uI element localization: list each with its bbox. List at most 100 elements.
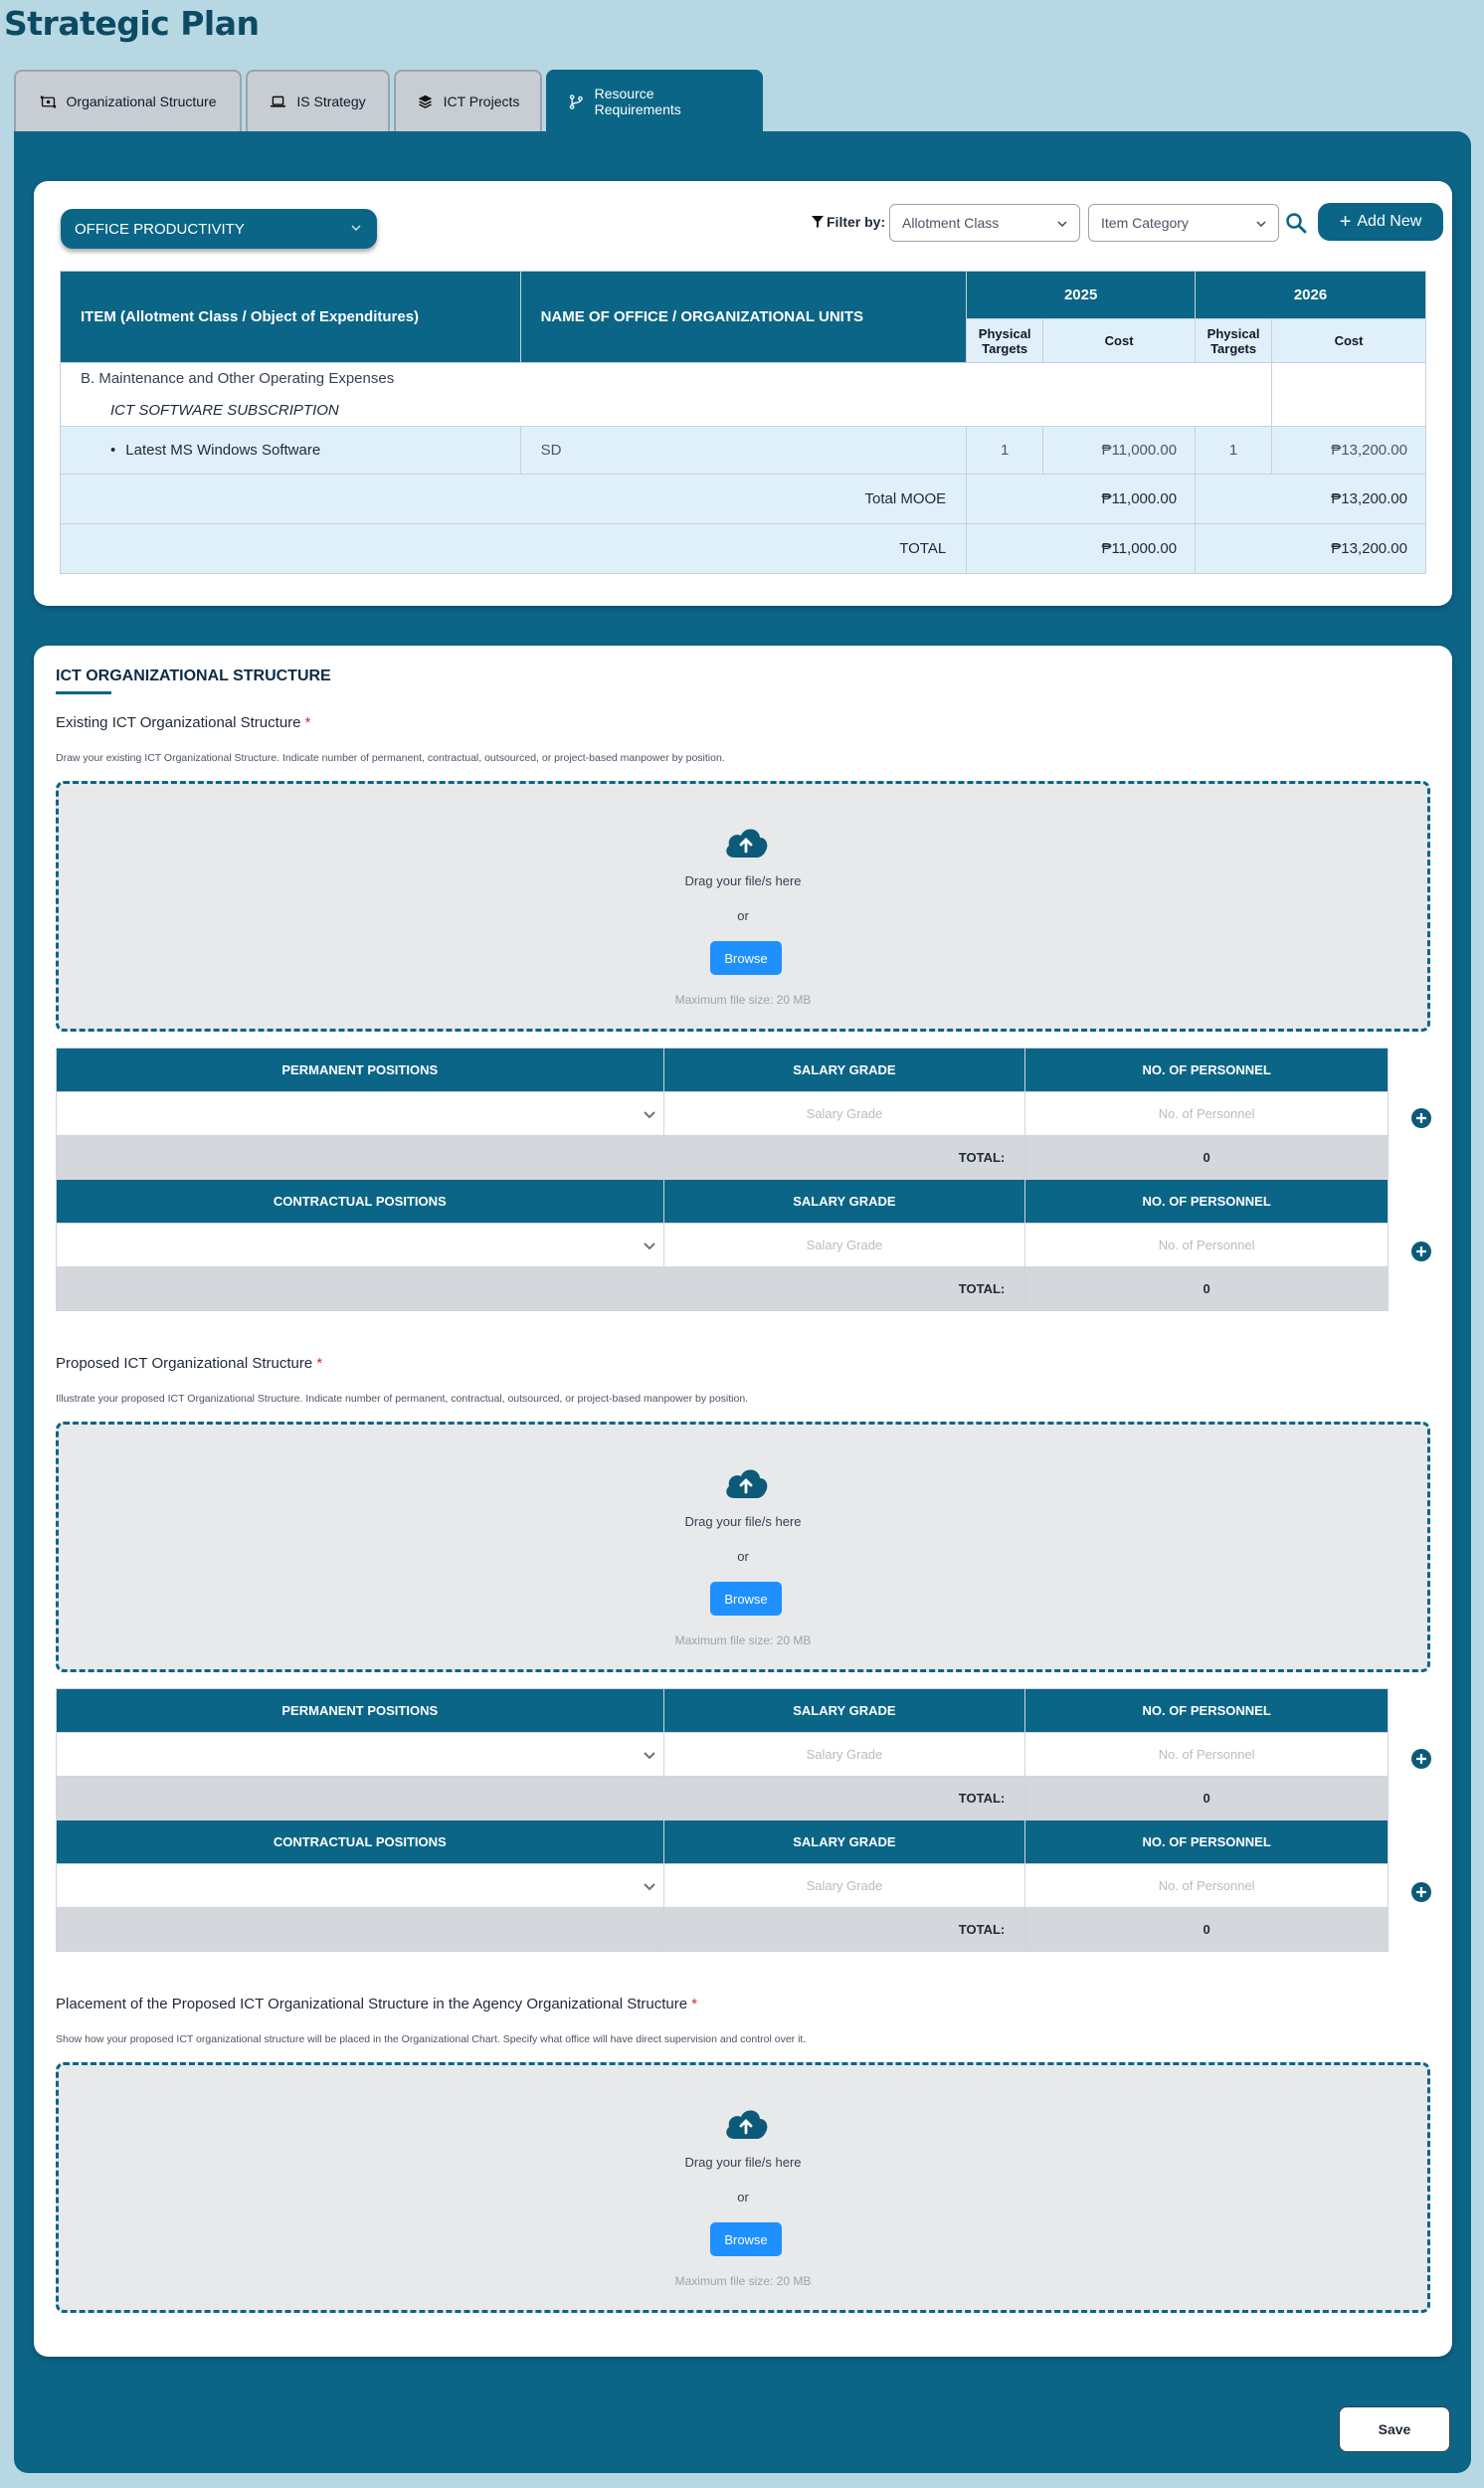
cloud-upload-icon (726, 829, 768, 858)
filter-icon (812, 216, 824, 228)
group-label: B. Maintenance and Other Operating Expen… (59, 362, 1273, 395)
laptop-icon (271, 96, 286, 107)
office-dropdown[interactable]: OFFICE PRODUCTIVITY (61, 209, 377, 249)
section-heading: ICT ORGANIZATIONAL STRUCTURE (56, 668, 331, 694)
tab-bar: Organizational Structure IS Strategy ICT… (14, 70, 763, 131)
permanent-positions-header: PERMANENT POSITIONS (56, 1048, 664, 1092)
add-contractual-position-icon[interactable] (1411, 1882, 1431, 1902)
proposed-structure-title: Proposed ICT Organizational Structure * (56, 1355, 322, 1372)
salary-grade-input[interactable]: Salary Grade (662, 1863, 1026, 1908)
existing-structure-dropzone[interactable]: Drag your file/s here or Browse Maximum … (56, 781, 1430, 1032)
position-select[interactable] (56, 1863, 664, 1908)
col-header-year-2026: 2026 (1195, 271, 1426, 319)
item-category-select[interactable]: Item Category (1088, 204, 1279, 242)
layers-icon (418, 95, 432, 108)
office-dropdown-value: OFFICE PRODUCTIVITY (75, 220, 245, 238)
personnel-input[interactable]: No. of Personnel (1024, 1091, 1389, 1136)
add-permanent-position-icon[interactable] (1411, 1749, 1431, 1769)
salary-grade-header: SALARY GRADE (662, 1179, 1026, 1224)
cost-2025-cell: ₱11,000.00 (1042, 426, 1197, 475)
salary-grade-input[interactable]: Salary Grade (662, 1223, 1026, 1267)
targets-2025-cell: 1 (966, 426, 1044, 475)
tab-ict-projects[interactable]: ICT Projects (394, 70, 542, 131)
org-structure-card: ICT ORGANIZATIONAL STRUCTURE Existing IC… (34, 646, 1452, 2357)
browse-button[interactable]: Browse (710, 1582, 782, 1616)
personnel-header: NO. OF PERSONNEL (1024, 1179, 1389, 1224)
total-value: 0 (1024, 1135, 1389, 1180)
salary-grade-input[interactable]: Salary Grade (662, 1732, 1026, 1777)
permanent-positions-header: PERMANENT POSITIONS (56, 1688, 664, 1733)
chevron-down-icon (643, 1883, 655, 1891)
position-select[interactable] (56, 1091, 664, 1136)
browse-button[interactable]: Browse (710, 2222, 782, 2256)
allotment-class-placeholder: Allotment Class (902, 215, 1000, 231)
main-panel: OFFICE PRODUCTIVITY Filter by: Allotment… (14, 131, 1471, 2473)
tab-label: Resource Requirements (594, 86, 681, 117)
proposed-positions-table: PERMANENT POSITIONS SALARY GRADE NO. OF … (56, 1688, 1389, 1952)
browse-button[interactable]: Browse (710, 941, 782, 975)
total-mooe-label: Total MOOE (59, 474, 968, 524)
existing-structure-desc: Draw your existing ICT Organizational St… (56, 752, 725, 764)
placement-structure-dropzone[interactable]: Drag your file/s here or Browse Maximum … (56, 2062, 1430, 2313)
existing-positions-table: PERMANENT POSITIONS SALARY GRADE NO. OF … (56, 1048, 1389, 1311)
total-row: TOTAL: 0 (56, 1135, 1389, 1180)
tab-is-strategy[interactable]: IS Strategy (246, 70, 390, 131)
chevron-down-icon (351, 225, 361, 232)
position-row: Salary Grade No. of Personnel (56, 1091, 1389, 1136)
grand-total-2026: ₱13,200.00 (1195, 523, 1426, 574)
filter-label-text: Filter by: (827, 214, 886, 230)
tab-organizational-structure[interactable]: Organizational Structure (14, 70, 242, 131)
total-value: 0 (1024, 1776, 1389, 1820)
plus-icon: + (1339, 211, 1352, 233)
personnel-input[interactable]: No. of Personnel (1024, 1223, 1389, 1267)
position-select[interactable] (56, 1223, 664, 1267)
proposed-structure-dropzone[interactable]: Drag your file/s here or Browse Maximum … (56, 1422, 1430, 1672)
org-structure-icon (40, 96, 56, 107)
col-header-year-2025: 2025 (966, 271, 1197, 319)
cloud-upload-icon (726, 2110, 768, 2139)
cost-2026-cell: ₱13,200.00 (1271, 426, 1426, 475)
personnel-header: NO. OF PERSONNEL (1024, 1688, 1389, 1733)
position-select[interactable] (56, 1732, 664, 1777)
search-icon[interactable] (1284, 211, 1308, 235)
salary-grade-input[interactable]: Salary Grade (662, 1091, 1026, 1136)
drag-text: Drag your file/s here (684, 1514, 802, 1529)
position-row: Salary Grade No. of Personnel (56, 1732, 1389, 1777)
max-file-size-text: Maximum file size: 20 MB (674, 993, 812, 1007)
grand-total-label: TOTAL (59, 523, 968, 574)
personnel-header: NO. OF PERSONNEL (1024, 1048, 1389, 1092)
tab-resource-requirements[interactable]: Resource Requirements (546, 70, 763, 131)
save-button[interactable]: Save (1339, 2406, 1450, 2452)
branch-icon (569, 94, 583, 109)
subheader-physical-targets: Physical Targets (966, 318, 1044, 363)
office-cell: SD (519, 426, 968, 475)
page-title: Strategic Plan (4, 4, 260, 43)
placement-structure-desc: Show how your proposed ICT organizationa… (56, 2033, 807, 2045)
required-mark: * (316, 1355, 323, 1372)
personnel-input[interactable]: No. of Personnel (1024, 1863, 1389, 1908)
add-new-button[interactable]: + Add New (1318, 203, 1443, 241)
grand-total-row: TOTAL ₱11,000.00 ₱13,200.00 (59, 523, 1426, 574)
total-value: 0 (1024, 1266, 1389, 1311)
item-cell: • Latest MS Windows Software (60, 426, 521, 475)
personnel-header: NO. OF PERSONNEL (1024, 1819, 1389, 1864)
item-category-placeholder: Item Category (1101, 215, 1189, 231)
proposed-structure-desc: Illustrate your proposed ICT Organizatio… (56, 1393, 749, 1405)
max-file-size-text: Maximum file size: 20 MB (674, 2274, 812, 2288)
drag-text: Drag your file/s here (684, 2155, 802, 2170)
total-label: TOTAL: (662, 1135, 1026, 1180)
allotment-class-select[interactable]: Allotment Class (889, 204, 1080, 242)
total-row: TOTAL: 0 (56, 1266, 1389, 1311)
or-text: or (737, 2190, 749, 2204)
budget-card: OFFICE PRODUCTIVITY Filter by: Allotment… (34, 181, 1452, 606)
salary-grade-header: SALARY GRADE (662, 1819, 1026, 1864)
table-row[interactable]: • Latest MS Windows Software SD 1 ₱11,000… (60, 426, 1426, 475)
add-permanent-position-icon[interactable] (1411, 1108, 1431, 1128)
chevron-down-icon (643, 1752, 655, 1760)
existing-structure-title: Existing ICT Organizational Structure * (56, 714, 311, 731)
personnel-input[interactable]: No. of Personnel (1024, 1732, 1389, 1777)
cloud-upload-icon (726, 1469, 768, 1498)
or-text: or (737, 908, 749, 923)
add-contractual-position-icon[interactable] (1411, 1242, 1431, 1261)
tab-label: Organizational Structure (66, 94, 217, 109)
